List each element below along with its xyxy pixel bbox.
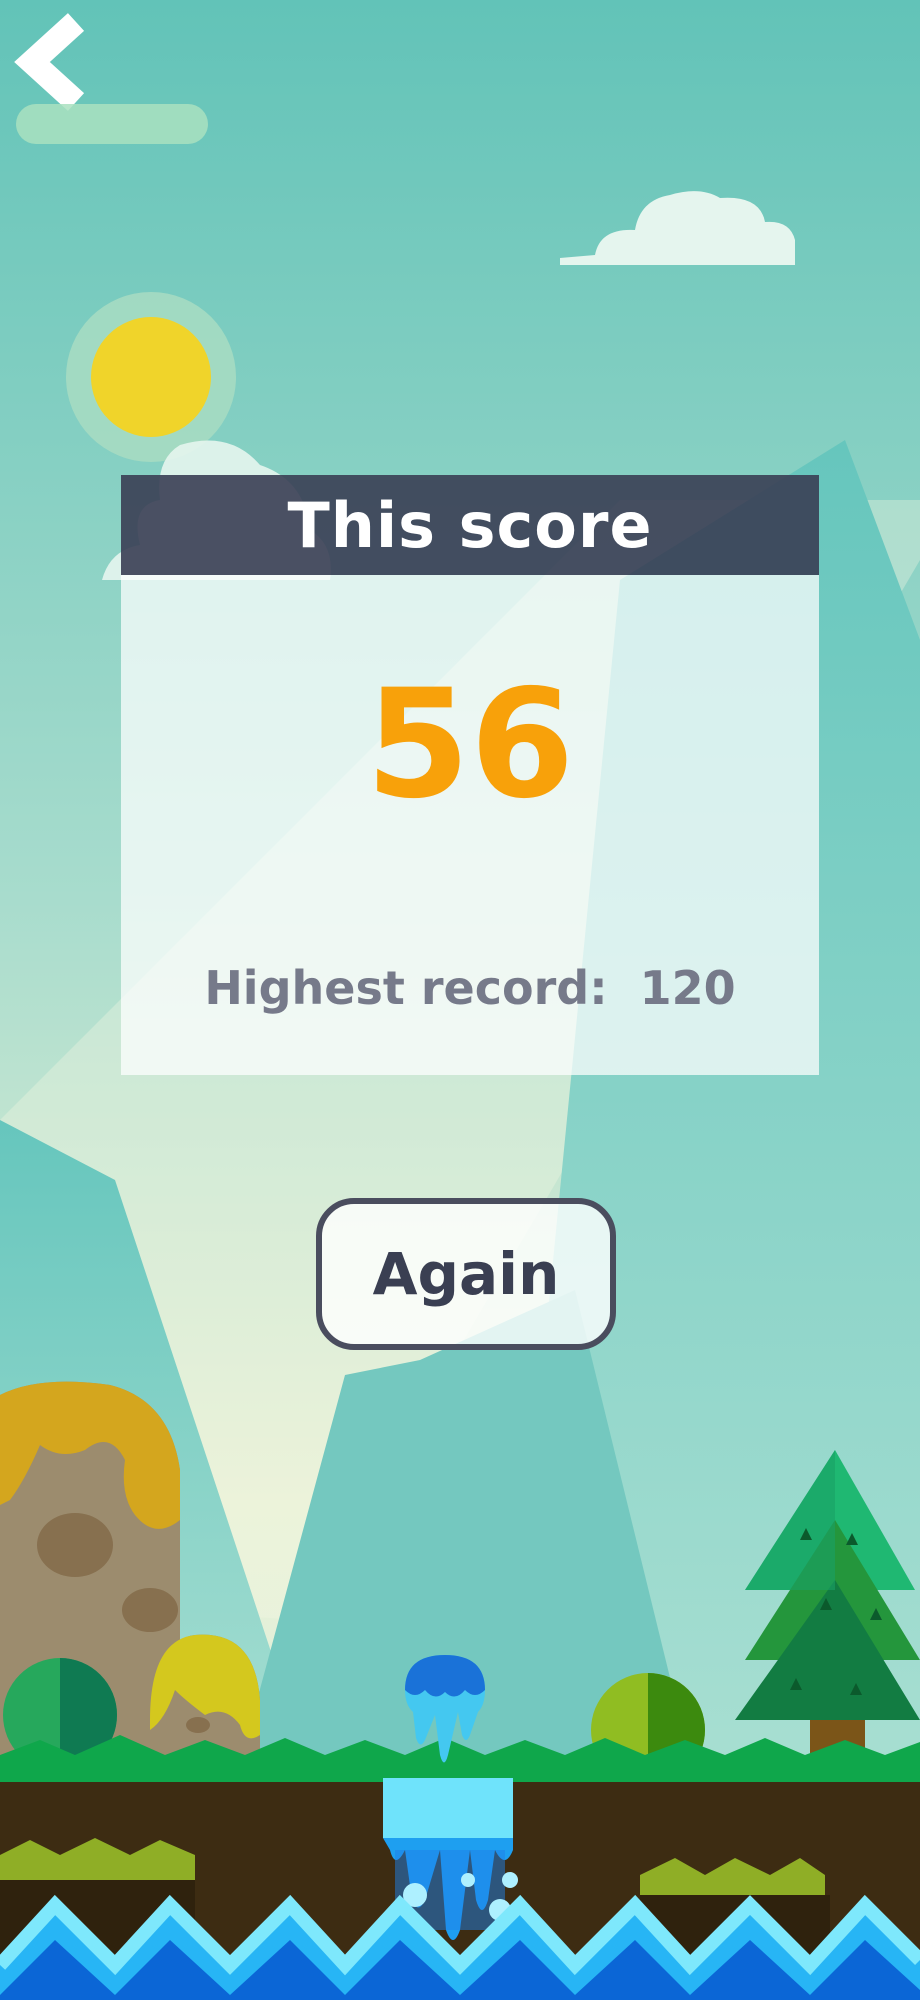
score-panel-header: This score [121,475,819,575]
highest-record-label: Highest record: [204,961,608,1015]
back-button[interactable] [14,12,94,112]
current-score: 56 [365,658,575,832]
highest-record: Highest record: 120 [121,963,819,1013]
score-panel: This score 56 Highest record: 120 [121,475,819,1075]
again-button-label: Again [372,1240,560,1308]
highest-record-value: 120 [639,961,736,1015]
score-panel-title: This score [287,488,653,562]
player-tag [16,104,208,144]
sun [66,292,236,462]
again-button[interactable]: Again [316,1198,616,1350]
chevron-left-icon [14,13,85,111]
